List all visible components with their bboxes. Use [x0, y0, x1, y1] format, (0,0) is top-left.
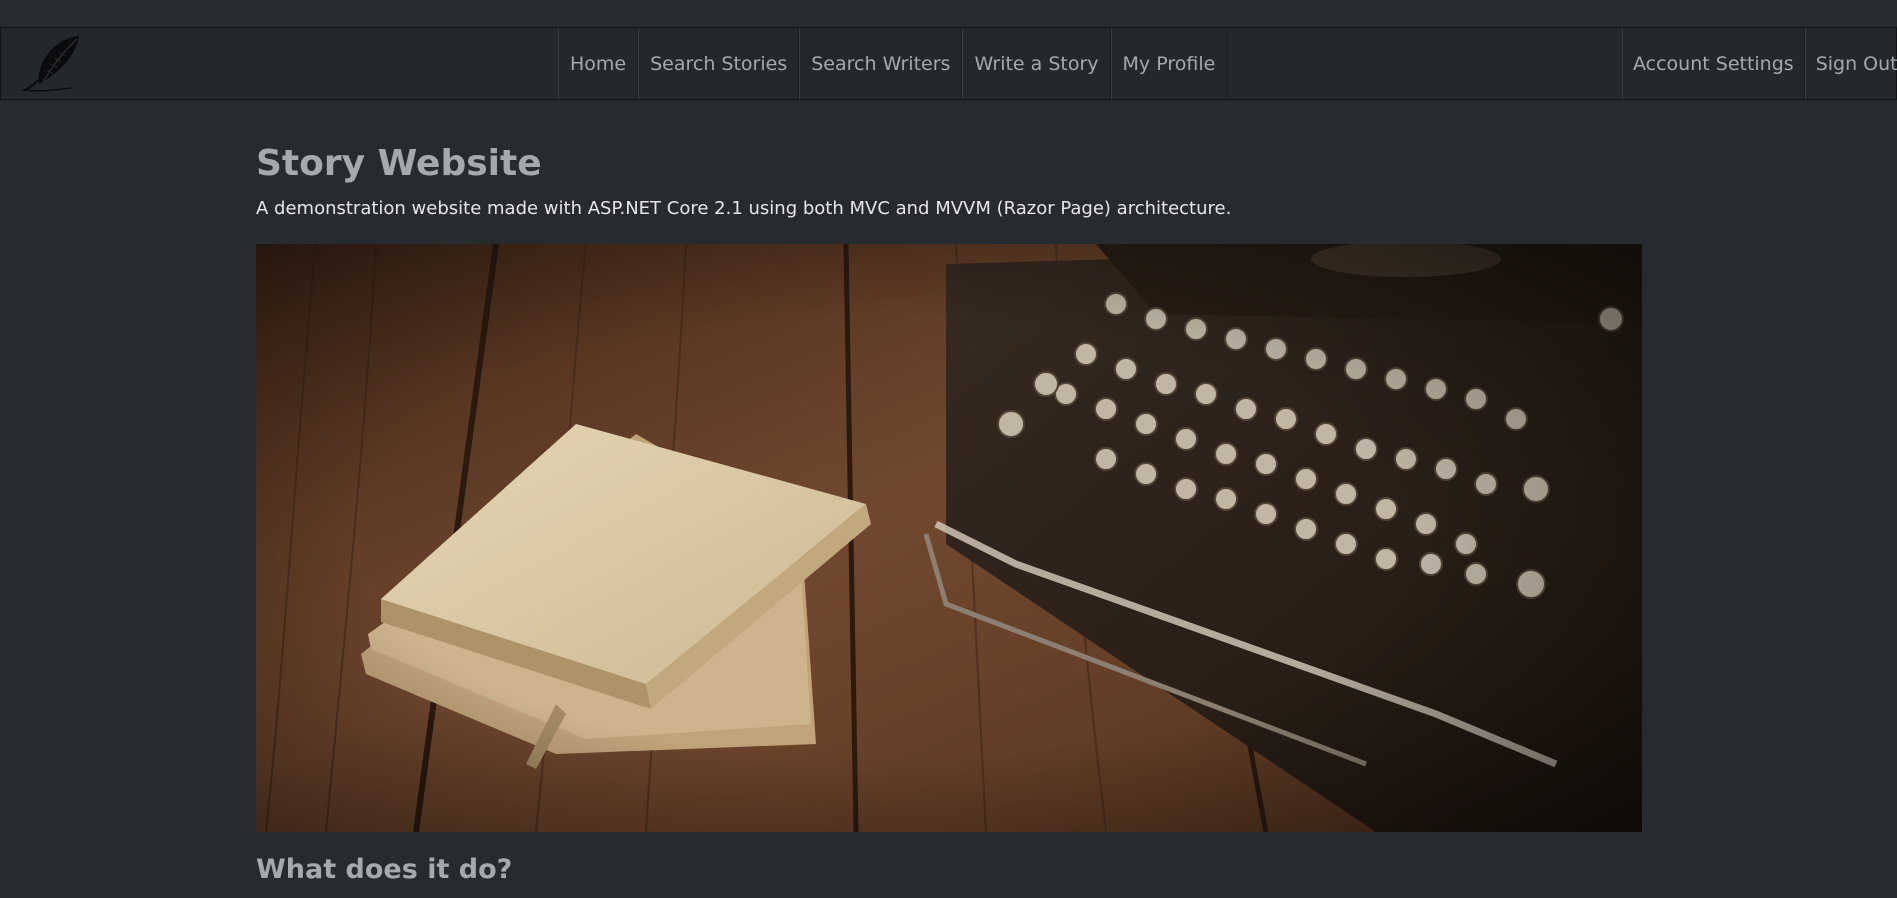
navbar: Home Search Stories Search Writers Write… — [0, 27, 1897, 100]
nav-home[interactable]: Home — [558, 28, 639, 99]
feather-quill-icon — [22, 36, 79, 92]
nav-my-profile[interactable]: My Profile — [1110, 28, 1228, 99]
page-subtitle: A demonstration website made with ASP.NE… — [256, 198, 1232, 219]
nav-sign-out[interactable]: Sign Out — [1804, 28, 1897, 99]
brand-logo[interactable] — [17, 30, 87, 96]
nav-write-a-story[interactable]: Write a Story — [962, 28, 1111, 99]
hero-image — [256, 244, 1642, 832]
page-title: Story Website — [256, 143, 542, 184]
nav-account-settings[interactable]: Account Settings — [1622, 28, 1805, 99]
nav-search-stories[interactable]: Search Stories — [638, 28, 800, 99]
main-nav: Home Search Stories Search Writers Write… — [558, 28, 1228, 99]
top-strip — [0, 0, 1897, 27]
section-heading: What does it do? — [256, 854, 513, 885]
account-nav: Account Settings Sign Out — [1622, 28, 1897, 99]
nav-search-writers[interactable]: Search Writers — [799, 28, 963, 99]
